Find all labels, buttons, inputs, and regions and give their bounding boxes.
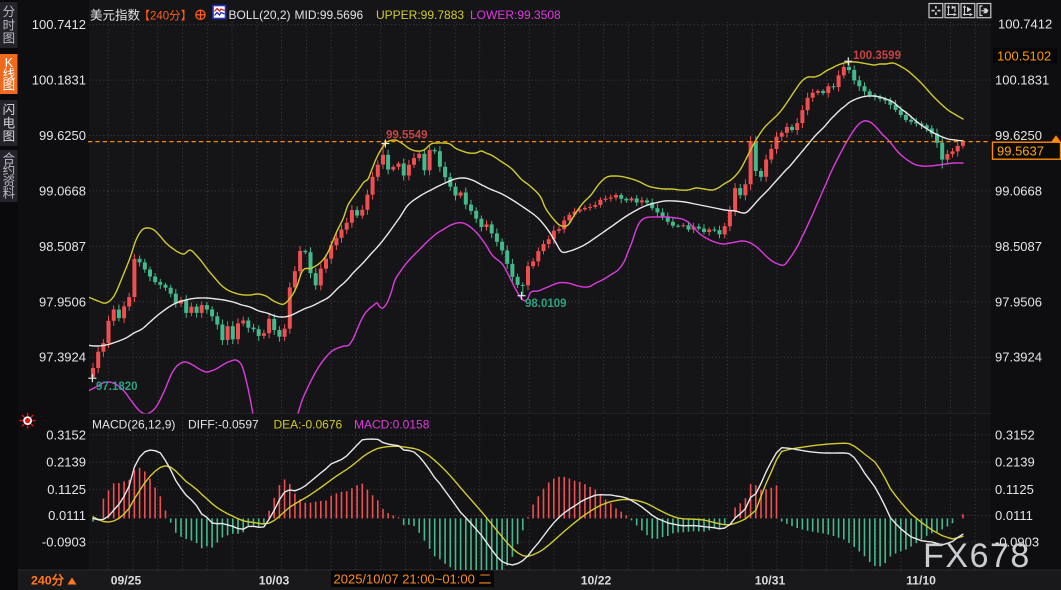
- svg-text:0.0111: 0.0111: [48, 508, 86, 523]
- svg-text:0.1125: 0.1125: [47, 482, 86, 497]
- svg-text:MID:99.5696: MID:99.5696: [295, 8, 364, 22]
- svg-text:MACD:0.0158: MACD:0.0158: [354, 418, 430, 432]
- svg-text:97.3924: 97.3924: [39, 350, 86, 365]
- svg-text:98.0109: 98.0109: [525, 298, 567, 310]
- svg-text:【240分】: 【240分】: [139, 10, 193, 23]
- svg-text:图: 图: [3, 79, 16, 93]
- svg-text:99.5549: 99.5549: [386, 130, 428, 142]
- svg-text:0.3152: 0.3152: [995, 427, 1035, 442]
- svg-text:图: 图: [3, 130, 16, 144]
- svg-text:分: 分: [3, 5, 16, 19]
- svg-text:0.1125: 0.1125: [995, 482, 1034, 497]
- svg-text:闪: 闪: [3, 103, 16, 117]
- svg-text:美元指数: 美元指数: [90, 8, 141, 23]
- svg-text:100.1831: 100.1831: [32, 73, 86, 88]
- svg-text:电: 电: [3, 116, 16, 130]
- svg-text:97.3924: 97.3924: [995, 350, 1042, 365]
- svg-text:97.1820: 97.1820: [96, 381, 138, 393]
- svg-text:99.6250: 99.6250: [995, 128, 1042, 143]
- svg-text:100.1831: 100.1831: [995, 73, 1049, 88]
- svg-text:DIFF:-0.0597: DIFF:-0.0597: [188, 418, 259, 432]
- svg-text:98.5087: 98.5087: [39, 239, 86, 254]
- svg-text:97.9506: 97.9506: [39, 294, 86, 309]
- svg-text:0.0111: 0.0111: [995, 508, 1033, 523]
- svg-text:LOWER:99.3508: LOWER:99.3508: [470, 8, 561, 22]
- svg-text:0.2139: 0.2139: [995, 455, 1035, 470]
- svg-text:99.0668: 99.0668: [995, 183, 1042, 198]
- svg-text:10/31: 10/31: [755, 574, 786, 588]
- svg-text:100.7412: 100.7412: [998, 17, 1052, 32]
- svg-text:99.0668: 99.0668: [39, 183, 86, 198]
- svg-text:MACD(26,12,9): MACD(26,12,9): [92, 418, 175, 432]
- svg-text:240分: 240分: [31, 573, 65, 588]
- svg-text:0.3152: 0.3152: [46, 427, 86, 442]
- svg-text:09/25: 09/25: [111, 574, 142, 588]
- svg-text:UPPER:99.7883: UPPER:99.7883: [376, 8, 464, 22]
- svg-text:100.3599: 100.3599: [853, 50, 901, 62]
- svg-text:11/10: 11/10: [906, 574, 936, 588]
- svg-text:2025/10/07 21:00~01:00 二: 2025/10/07 21:00~01:00 二: [334, 572, 492, 587]
- svg-text:FX678: FX678: [923, 537, 1031, 575]
- svg-text:99.5637: 99.5637: [997, 144, 1044, 159]
- svg-text:BOLL(20,2): BOLL(20,2): [229, 8, 291, 22]
- svg-text:-0.0903: -0.0903: [42, 535, 86, 550]
- svg-text:10/22: 10/22: [581, 574, 612, 588]
- svg-text:97.9506: 97.9506: [995, 294, 1042, 309]
- svg-text:图: 图: [3, 32, 16, 46]
- svg-text:时: 时: [3, 18, 16, 32]
- svg-text:99.6250: 99.6250: [39, 128, 86, 143]
- svg-text:10/03: 10/03: [259, 574, 290, 588]
- svg-text:100.7412: 100.7412: [32, 17, 86, 32]
- svg-text:98.5087: 98.5087: [995, 239, 1042, 254]
- svg-text:DEA:-0.0676: DEA:-0.0676: [274, 418, 343, 432]
- svg-text:料: 料: [3, 187, 16, 201]
- svg-text:0.2139: 0.2139: [46, 455, 86, 470]
- svg-text:100.5102: 100.5102: [997, 49, 1051, 64]
